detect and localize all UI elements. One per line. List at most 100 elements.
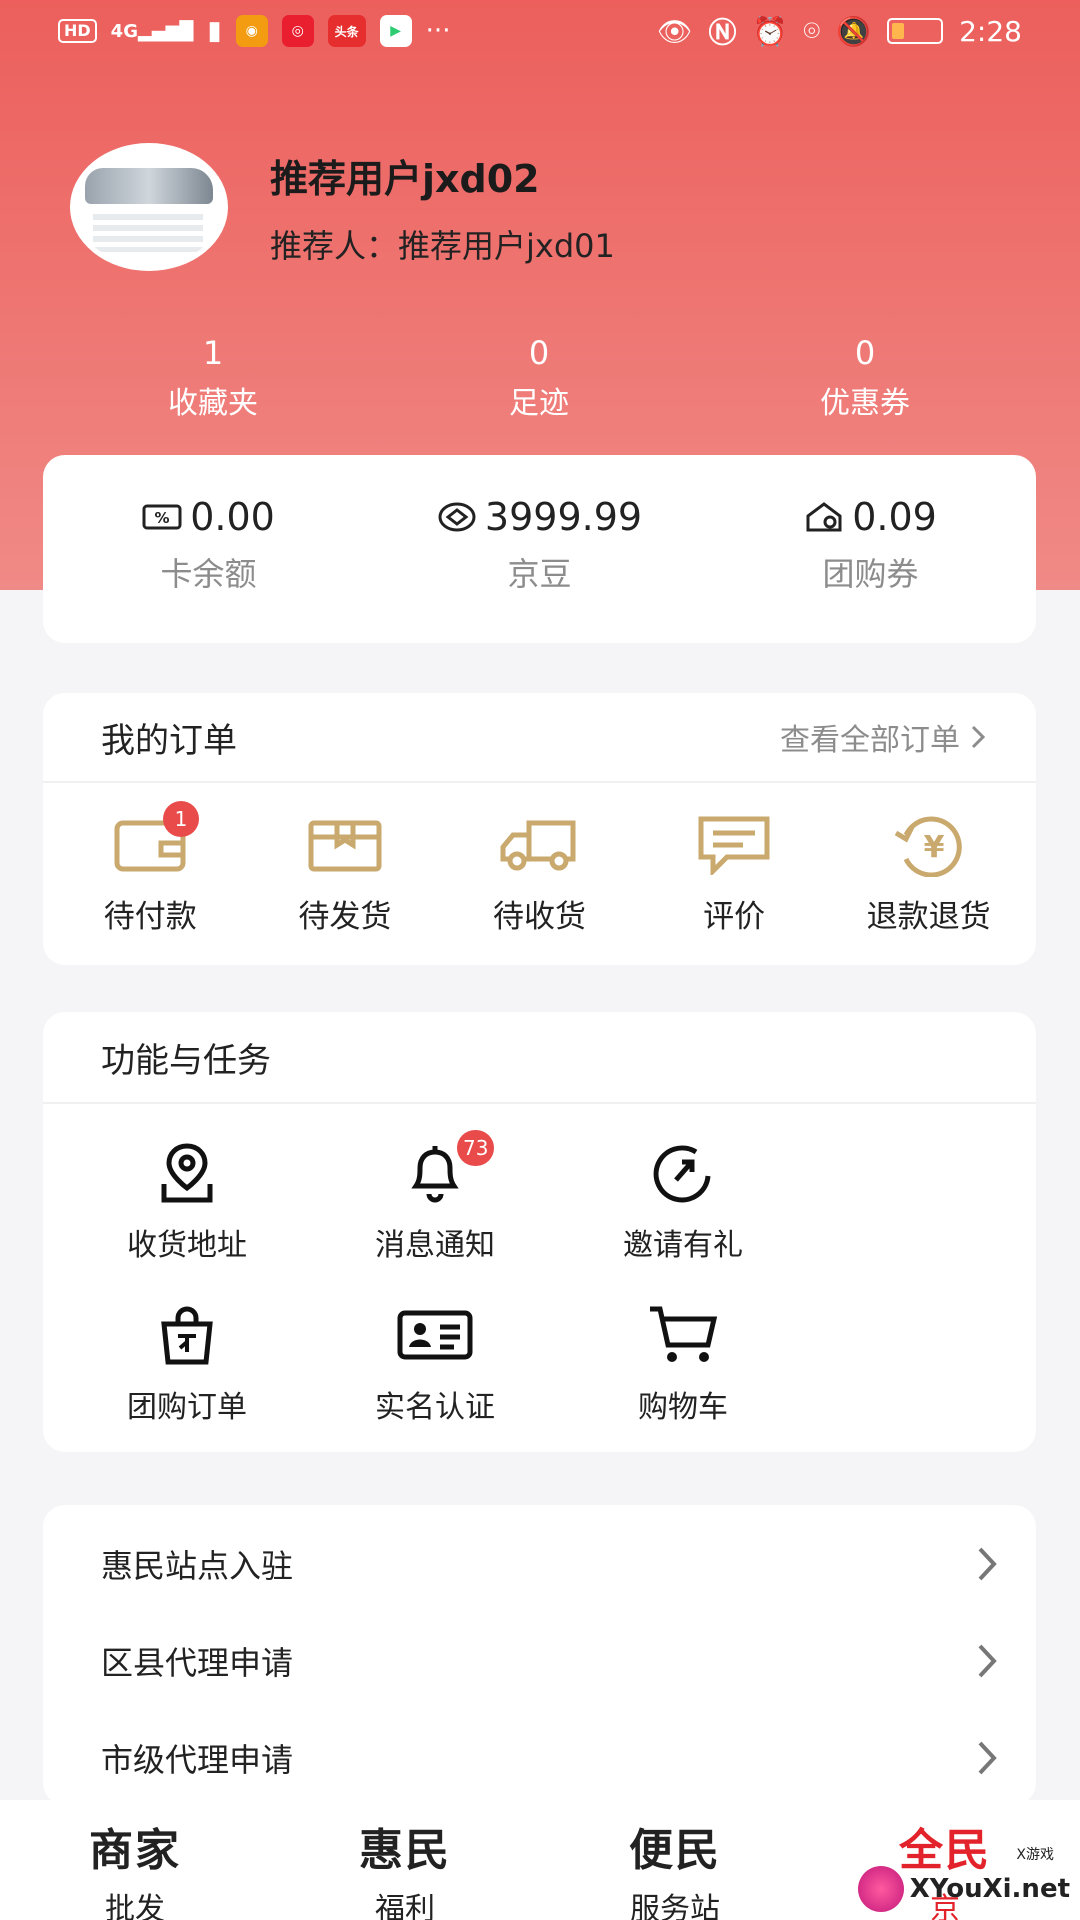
functions-title: 功能与任务 <box>101 1040 271 1081</box>
shopping-bag-icon <box>161 1306 213 1365</box>
toutiao-icon: 头条 <box>327 15 366 47</box>
alarm-icon: ⏰ <box>752 14 788 48</box>
invite-icon <box>653 1145 711 1203</box>
bottom-tab-bar: 商家 批发 惠民 福利 便民 服务站 全民 京 X游戏 XYouXi.net <box>0 1800 1080 1920</box>
wallet-label: 卡余额 <box>160 555 257 593</box>
stat-value: 0 <box>528 334 550 372</box>
weibo-icon: ◎ <box>281 15 314 47</box>
refund-icon: ¥ <box>894 816 962 877</box>
wallet-label: 团购券 <box>822 555 919 593</box>
video-app-icon: ▶ <box>379 15 412 47</box>
badge-count: 1 <box>163 801 199 837</box>
func-cart[interactable]: 购物车 <box>559 1304 807 1426</box>
orders-card: 我的订单 查看全部订单 1 待付款 待发货 待收货 评价 ¥ 退款退货 <box>43 693 1036 965</box>
svg-text:¥: ¥ <box>923 830 944 865</box>
badge-count: 73 <box>457 1130 495 1166</box>
view-all-orders-link[interactable]: 查看全部订单 <box>780 715 986 759</box>
wallet-card: % 0.00 卡余额 3999.99 京豆 0.09 团购券 <box>43 455 1036 643</box>
stat-value: 0 <box>854 334 876 372</box>
order-to-ship[interactable]: 待发货 <box>248 813 443 936</box>
order-label: 退款退货 <box>866 899 991 935</box>
func-real-name[interactable]: 实名认证 <box>311 1304 559 1426</box>
profile-section: 推荐用户jxd02 推荐人：推荐用户jxd01 <box>70 143 615 271</box>
order-label: 评价 <box>703 899 766 935</box>
view-all-label: 查看全部订单 <box>780 723 960 758</box>
func-shipping-address[interactable]: 收货地址 <box>63 1142 311 1264</box>
card-balance-icon: % <box>142 504 182 530</box>
func-label: 团购订单 <box>127 1390 247 1425</box>
group-coupon-icon <box>806 502 842 532</box>
box-icon <box>308 820 382 872</box>
jingdou-icon <box>438 502 476 532</box>
tab-service-station[interactable]: 便民 服务站 <box>540 1800 810 1920</box>
chevron-right-icon <box>971 725 986 749</box>
wallet-group-coupon[interactable]: 0.09 团购券 <box>705 495 1036 643</box>
username: 推荐用户jxd02 <box>270 156 540 201</box>
watermark-logo-icon <box>857 1866 904 1912</box>
comment-icon <box>698 816 770 875</box>
hd-indicator: HD <box>58 19 97 43</box>
svg-text:%: % <box>155 509 170 527</box>
wallet-value: 0.09 <box>852 495 937 539</box>
wallet-label: 京豆 <box>507 555 572 593</box>
func-notifications[interactable]: 73 消息通知 <box>311 1130 559 1264</box>
wallet-card-balance[interactable]: % 0.00 卡余额 <box>43 495 374 643</box>
wallet-value: 0.00 <box>190 495 275 539</box>
mute-icon: 🔕 <box>836 14 872 48</box>
func-invite[interactable]: 邀请有礼 <box>559 1142 807 1264</box>
order-refund[interactable]: ¥ 退款退货 <box>831 813 1026 936</box>
tab-subtitle: 福利 <box>375 1892 435 1920</box>
orders-title: 我的订单 <box>101 720 237 761</box>
uc-browser-icon: ◉ <box>235 15 268 47</box>
watermark: X游戏 XYouXi.net <box>857 1847 1070 1912</box>
link-city-agent[interactable]: 市级代理申请 <box>43 1709 1036 1806</box>
eye-icon: 👁 <box>656 14 693 48</box>
order-to-receive[interactable]: 待收货 <box>442 813 637 936</box>
func-label: 购物车 <box>638 1390 728 1425</box>
stat-label: 优惠券 <box>820 386 910 421</box>
stat-label: 收藏夹 <box>168 386 258 421</box>
truck-icon <box>500 820 576 871</box>
order-review[interactable]: 评价 <box>637 813 832 936</box>
battery-alert-icon: ▮ <box>207 16 222 46</box>
order-pending-payment[interactable]: 1 待付款 <box>53 801 248 936</box>
tab-subtitle: 批发 <box>105 1892 165 1920</box>
nfc-icon: Ⓝ <box>708 16 737 49</box>
chevron-right-icon <box>978 1547 997 1580</box>
signal-icon: 4G▂▄▆█ <box>110 20 194 42</box>
wallet-value: 3999.99 <box>484 495 643 539</box>
stats-row: 1 收藏夹 0 足迹 0 优惠券 <box>0 334 1080 422</box>
order-label: 待发货 <box>298 899 392 935</box>
stat-value: 1 <box>202 334 224 372</box>
tab-subtitle: 服务站 <box>630 1892 720 1920</box>
link-site-join[interactable]: 惠民站点入驻 <box>43 1515 1036 1612</box>
location-status-icon: ⌾ <box>803 14 821 47</box>
functions-card: 功能与任务 收货地址 73 消息通知 邀请有礼 团购订单 实名认证 购物车 <box>43 1012 1036 1452</box>
tab-welfare[interactable]: 惠民 福利 <box>270 1800 540 1920</box>
tab-title: 惠民 <box>359 1825 451 1876</box>
battery-icon <box>887 18 944 44</box>
links-card: 惠民站点入驻 区县代理申请 市级代理申请 <box>43 1505 1036 1805</box>
link-label: 市级代理申请 <box>101 1740 294 1779</box>
tab-title: 商家 <box>89 1825 181 1876</box>
order-label: 待付款 <box>103 899 197 935</box>
referrer-text: 推荐人：推荐用户jxd01 <box>270 226 615 265</box>
tab-title: 便民 <box>629 1825 721 1876</box>
more-notifications-icon: ··· <box>425 16 451 46</box>
wallet-jingdou[interactable]: 3999.99 京豆 <box>374 495 705 643</box>
tab-merchant[interactable]: 商家 批发 <box>0 1800 270 1920</box>
chevron-right-icon <box>978 1644 997 1677</box>
func-group-orders[interactable]: 团购订单 <box>63 1304 311 1426</box>
stat-footprints[interactable]: 0 足迹 <box>376 334 702 422</box>
stat-coupons[interactable]: 0 优惠券 <box>702 334 1028 422</box>
link-label: 惠民站点入驻 <box>101 1546 294 1585</box>
stat-label: 足迹 <box>509 386 569 421</box>
link-county-agent[interactable]: 区县代理申请 <box>43 1612 1036 1709</box>
func-label: 实名认证 <box>375 1390 495 1425</box>
avatar[interactable] <box>70 143 228 271</box>
watermark-text: XYouXi.net <box>909 1874 1070 1904</box>
status-bar: HD 4G▂▄▆█ ▮ ◉ ◎ 头条 ▶ ··· 👁 Ⓝ ⏰ ⌾ 🔕 2:28 <box>0 0 1080 62</box>
stat-favorites[interactable]: 1 收藏夹 <box>50 334 376 422</box>
chevron-right-icon <box>978 1741 997 1774</box>
id-card-icon <box>397 1310 473 1360</box>
